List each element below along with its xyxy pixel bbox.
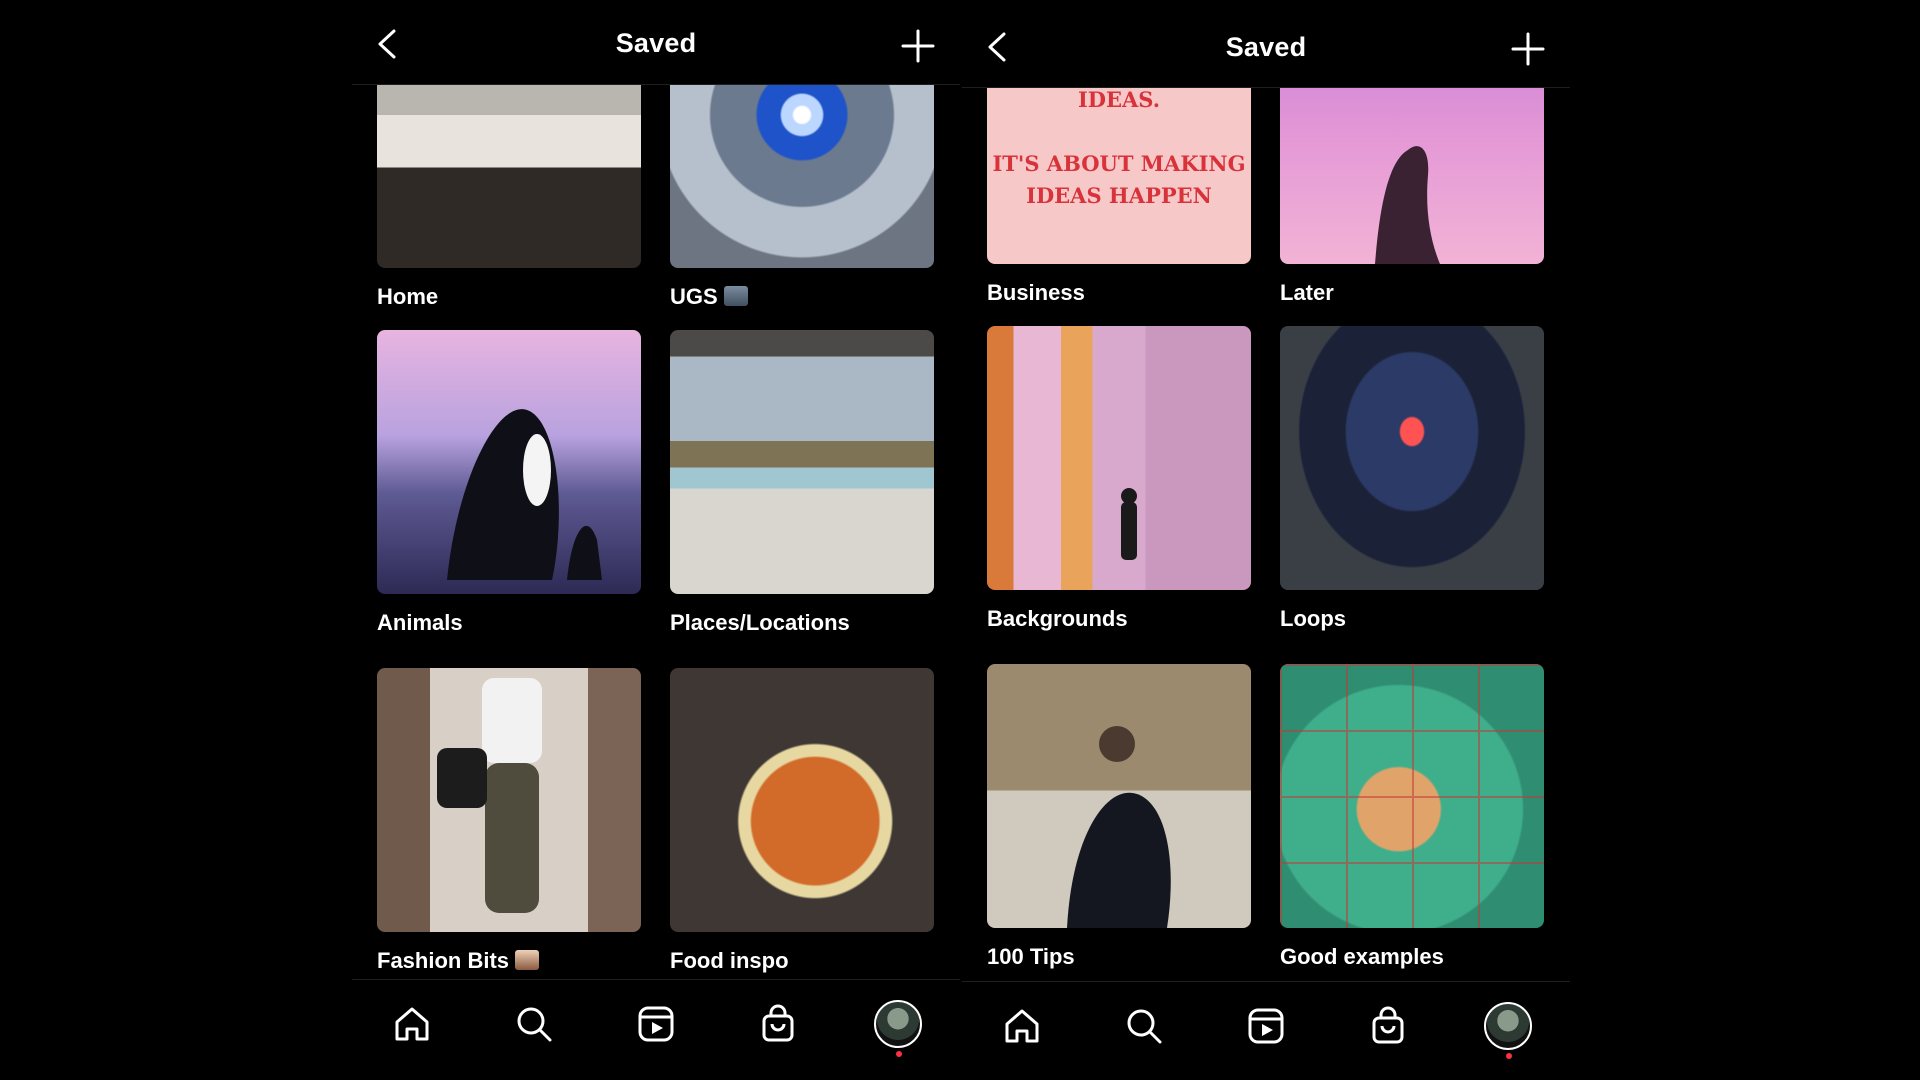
collection-label: UGS bbox=[670, 284, 934, 310]
collection-thumbnail bbox=[377, 84, 641, 268]
profile-avatar[interactable] bbox=[874, 1000, 922, 1048]
reels-icon[interactable] bbox=[634, 1002, 678, 1046]
collection-ugs[interactable]: UGS bbox=[670, 84, 934, 310]
collection-label: 100 Tips bbox=[987, 944, 1075, 969]
page-title: Saved bbox=[1225, 32, 1307, 62]
collection-later[interactable]: Later bbox=[1280, 87, 1544, 306]
collection-label: Food inspo bbox=[670, 948, 789, 973]
collection-thumbnail bbox=[1280, 87, 1544, 264]
collection-good-examples[interactable]: Good examples bbox=[1280, 664, 1544, 970]
search-icon[interactable] bbox=[512, 1002, 556, 1046]
profile-avatar[interactable] bbox=[1484, 1002, 1532, 1050]
collection-home[interactable]: Home bbox=[377, 84, 641, 310]
split-screenshot: Saved Home UGS Animals Places/Locations … bbox=[0, 0, 1920, 1080]
collection-backgrounds[interactable]: Backgrounds bbox=[987, 326, 1251, 632]
reels-icon[interactable] bbox=[1244, 1004, 1288, 1048]
collection-thumbnail bbox=[670, 330, 934, 594]
collection-label: Animals bbox=[377, 610, 463, 635]
collection-food-inspo[interactable]: Food inspo bbox=[670, 668, 934, 974]
notification-dot bbox=[896, 1051, 902, 1057]
saved-screen-right: Saved IDEAS. IT'S ABOUT MAKING IDEAS HAP… bbox=[962, 0, 1570, 1080]
saved-screen-left: Saved Home UGS Animals Places/Locations … bbox=[352, 0, 960, 1080]
collection-label: Good examples bbox=[1280, 944, 1444, 969]
collection-thumbnail bbox=[670, 668, 934, 932]
bottom-nav bbox=[352, 979, 960, 1080]
collection-thumbnail bbox=[1280, 326, 1544, 590]
tv-emoji-icon bbox=[723, 286, 748, 306]
home-icon[interactable] bbox=[1000, 1004, 1044, 1048]
collections-grid: Home UGS Animals Places/Locations Fashio… bbox=[352, 84, 960, 979]
collection-business[interactable]: IDEAS. IT'S ABOUT MAKING IDEAS HAPPEN Bu… bbox=[987, 87, 1251, 306]
grid-pattern bbox=[1280, 664, 1544, 928]
collection-100-tips[interactable]: 100 Tips bbox=[987, 664, 1251, 970]
notification-dot bbox=[1506, 1053, 1512, 1059]
image-quote-text: IDEAS HAPPEN bbox=[1026, 183, 1212, 208]
collection-thumbnail bbox=[987, 326, 1251, 590]
collections-grid: IDEAS. IT'S ABOUT MAKING IDEAS HAPPEN Bu… bbox=[962, 87, 1570, 981]
page-title: Saved bbox=[615, 28, 697, 58]
image-quote-text: IT'S ABOUT MAKING bbox=[992, 151, 1246, 176]
collection-thumbnail bbox=[987, 664, 1251, 928]
collection-animals[interactable]: Animals bbox=[377, 330, 641, 636]
header: Saved bbox=[352, 0, 960, 85]
shop-icon[interactable] bbox=[756, 1002, 800, 1046]
collection-thumbnail bbox=[377, 668, 641, 932]
image-quote-text: IDEAS. bbox=[1077, 87, 1161, 112]
collection-loops[interactable]: Loops bbox=[1280, 326, 1544, 632]
home-icon[interactable] bbox=[390, 1002, 434, 1046]
person-illustration bbox=[437, 678, 542, 913]
person-illustration bbox=[1067, 726, 1171, 928]
collection-thumbnail bbox=[377, 330, 641, 594]
collection-label: Business bbox=[987, 280, 1085, 305]
header: Saved bbox=[962, 0, 1570, 88]
collection-label: Backgrounds bbox=[987, 606, 1128, 631]
collection-label: Loops bbox=[1280, 606, 1346, 631]
hand-illustration bbox=[1375, 146, 1440, 264]
search-icon[interactable] bbox=[1122, 1004, 1166, 1048]
collection-places-locations[interactable]: Places/Locations bbox=[670, 330, 934, 636]
shop-icon[interactable] bbox=[1366, 1004, 1410, 1048]
bottom-nav bbox=[962, 981, 1570, 1080]
add-collection-icon[interactable] bbox=[900, 28, 936, 64]
orca-illustration bbox=[447, 409, 602, 580]
person-emoji-icon bbox=[515, 950, 540, 970]
collection-thumbnail: IDEAS. IT'S ABOUT MAKING IDEAS HAPPEN bbox=[987, 87, 1251, 264]
collection-label: Home bbox=[377, 284, 439, 309]
collection-label: Places/Locations bbox=[670, 610, 850, 635]
collection-label: Later bbox=[1280, 280, 1334, 305]
collection-thumbnail bbox=[1280, 664, 1544, 928]
add-collection-icon[interactable] bbox=[1510, 31, 1546, 67]
collection-fashion-bits[interactable]: Fashion Bits bbox=[377, 668, 641, 974]
collection-thumbnail bbox=[670, 84, 934, 268]
person-illustration bbox=[1121, 488, 1137, 560]
collection-label: Fashion Bits bbox=[377, 948, 641, 974]
